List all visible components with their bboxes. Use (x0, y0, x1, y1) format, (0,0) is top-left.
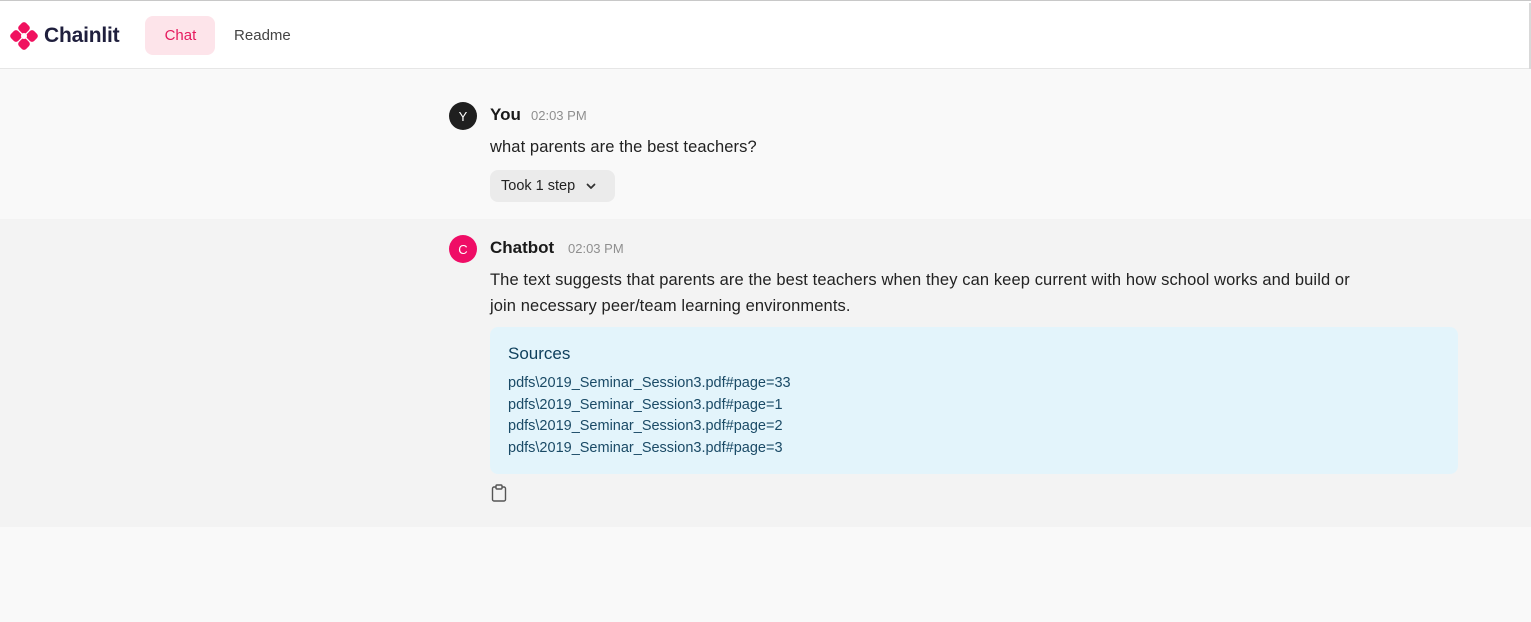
source-item: pdfs\2019_Seminar_Session3.pdf#page=1 (508, 396, 783, 413)
sources-panel: Sources pdfs\2019_Seminar_Session3.pdf#p… (490, 327, 1458, 474)
sources-title: Sources (508, 344, 571, 363)
source-item: pdfs\2019_Seminar_Session3.pdf#page=33 (508, 375, 791, 391)
brand-name: Chainlit (44, 23, 120, 47)
tab-chat[interactable]: Chat (145, 16, 216, 55)
chevron-down-icon (586, 183, 596, 189)
bot-message: C Chatbot 02:03 PM The text suggests tha… (0, 219, 1531, 527)
tab-readme[interactable]: Readme (232, 16, 292, 55)
message-text-line: join necessary peer/team learning enviro… (490, 297, 851, 315)
brand-logo[interactable]: Chainlit (10, 21, 120, 50)
bot-avatar: C (449, 235, 477, 263)
step-label: Took 1 step (501, 178, 576, 194)
source-item: pdfs\2019_Seminar_Session3.pdf#page=3 (508, 439, 783, 456)
chainlit-logo-icon (10, 21, 38, 50)
user-message: Y You 02:03 PM what parents are the best… (0, 69, 1531, 219)
message-timestamp: 02:03 PM (568, 241, 624, 256)
message-author: Chatbot (490, 238, 555, 257)
message-author: You (490, 105, 521, 124)
took-step-toggle[interactable]: Took 1 step (490, 170, 615, 202)
user-avatar: Y (449, 102, 477, 130)
message-text-line: The text suggests that parents are the b… (490, 271, 1350, 289)
message-timestamp: 02:03 PM (531, 108, 587, 123)
message-text: what parents are the best teachers? (490, 138, 757, 156)
source-item: pdfs\2019_Seminar_Session3.pdf#page=2 (508, 418, 783, 434)
app-header: Chainlit Chat Readme (0, 3, 1531, 69)
clipboard-icon[interactable] (491, 484, 507, 502)
